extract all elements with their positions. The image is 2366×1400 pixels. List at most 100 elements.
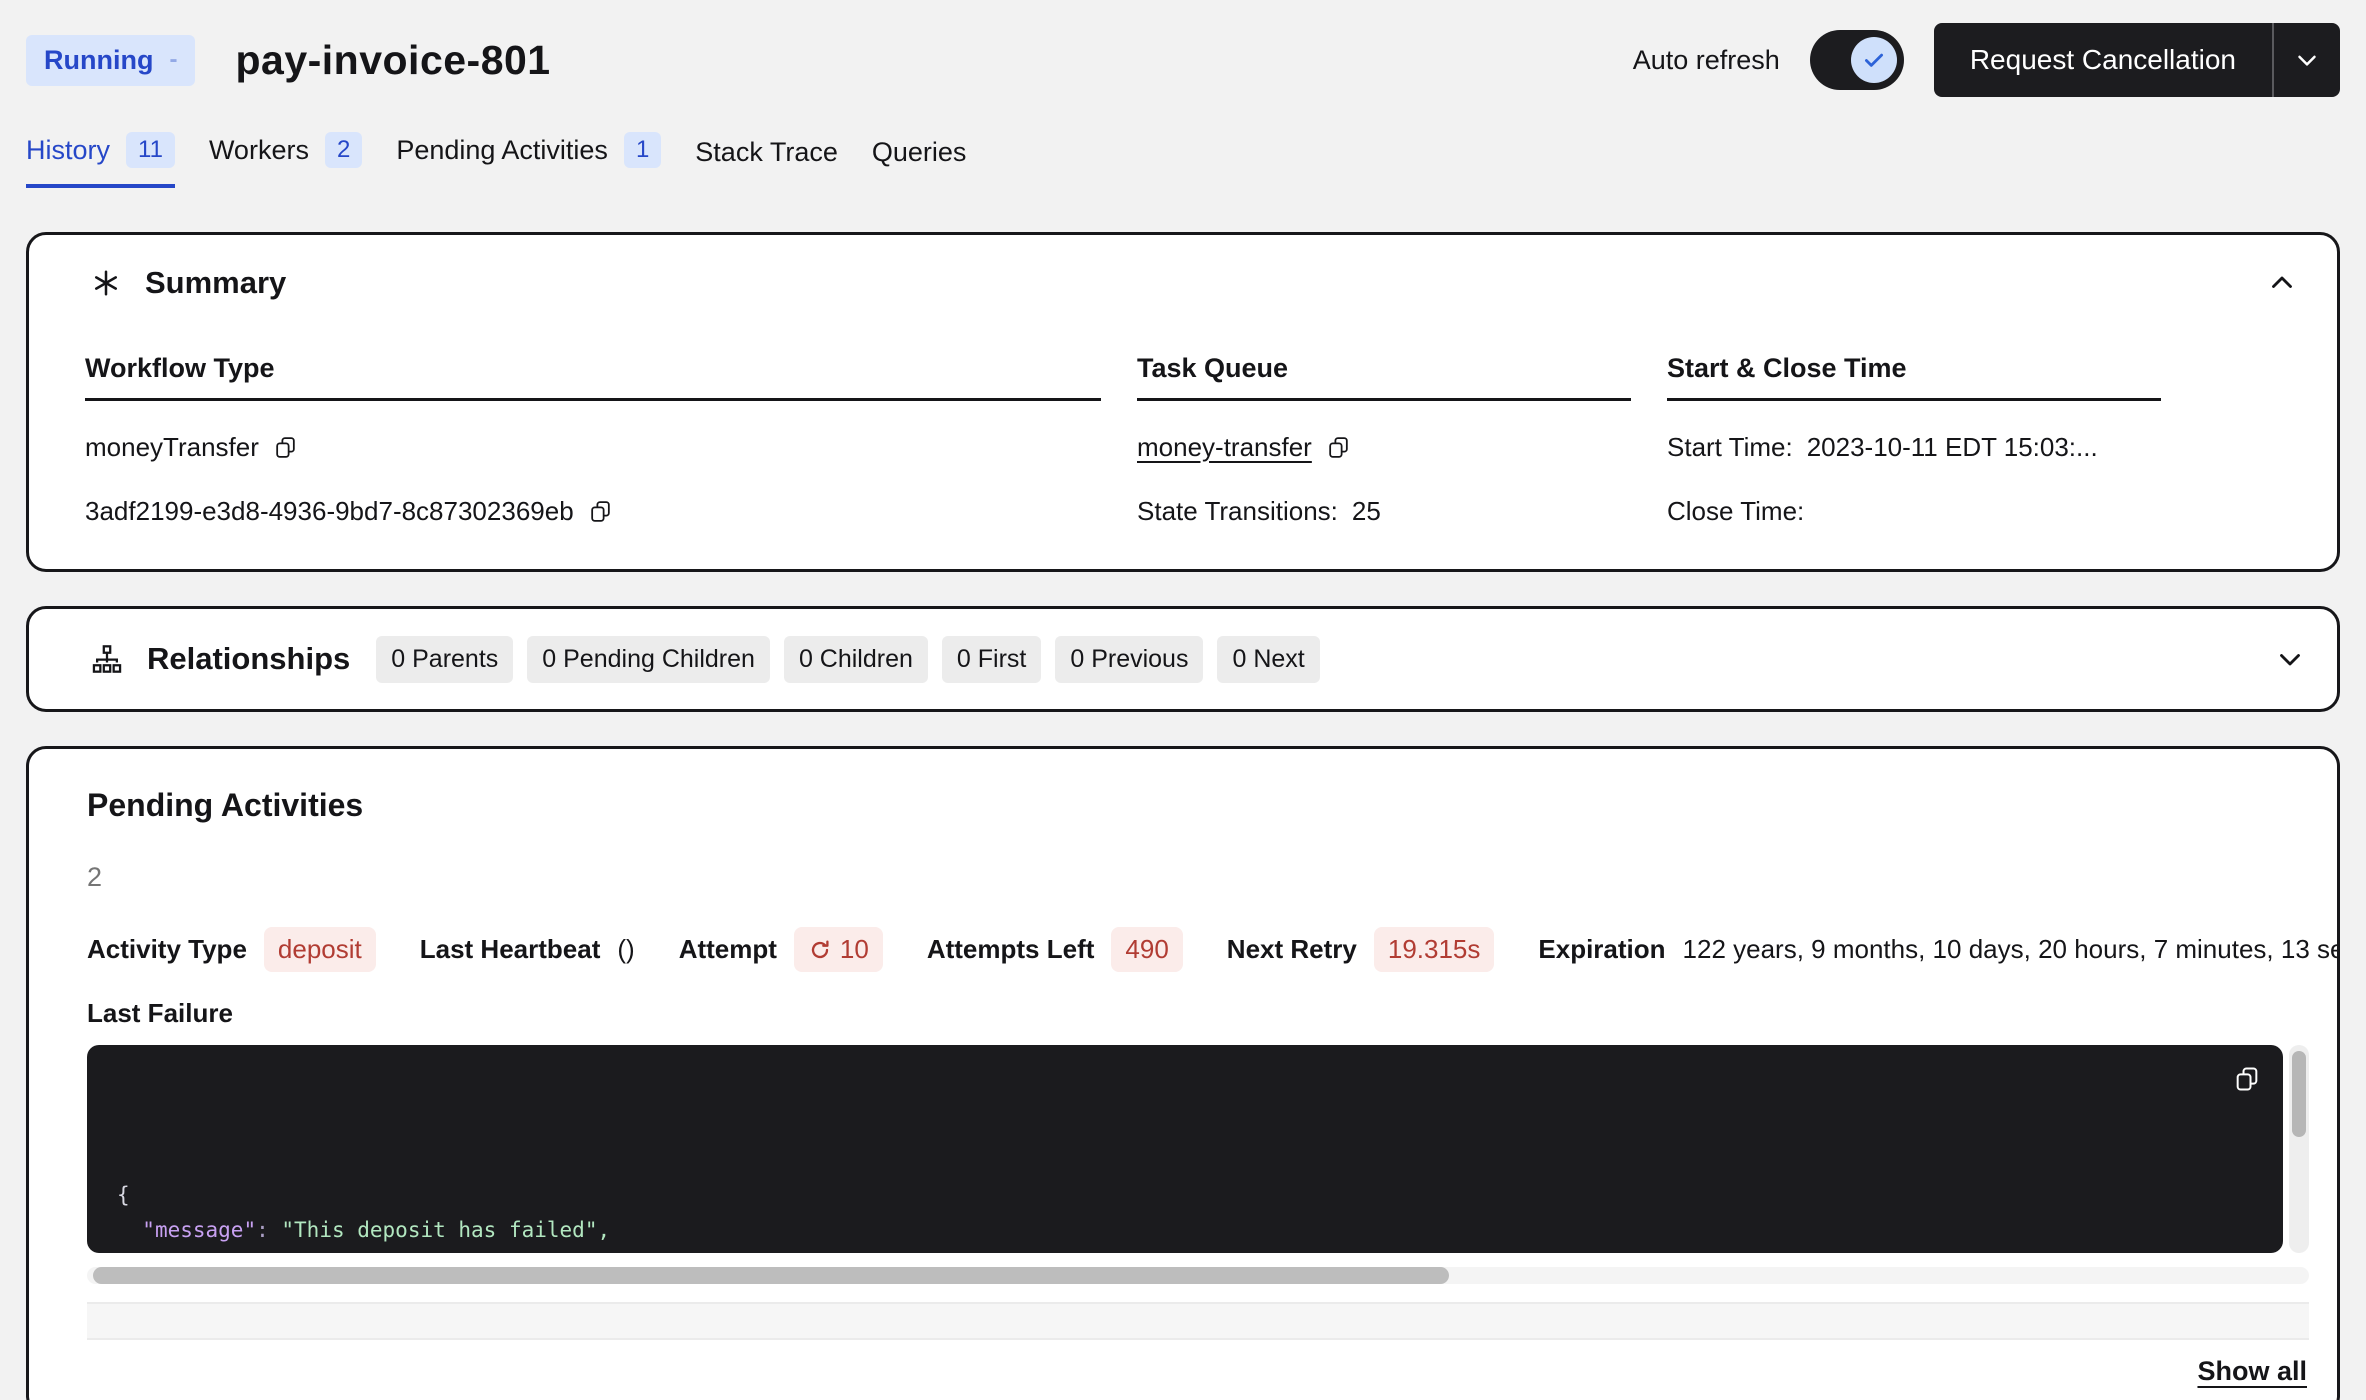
code-vertical-scrollbar-thumb[interactable]	[2292, 1051, 2306, 1137]
copy-workflow-type-button[interactable]	[273, 435, 298, 460]
status-badge: Running -	[26, 35, 195, 86]
attr-value-badge: 10	[794, 927, 883, 972]
summary-title: Summary	[145, 265, 286, 301]
attr-value-text: ()	[617, 934, 634, 965]
summary-asterisk-icon	[91, 268, 121, 298]
tab-label: History	[26, 135, 110, 166]
tab-pending-activities[interactable]: Pending Activities 1	[396, 126, 661, 188]
task-queue-column: Task Queue money-transfer State Transiti…	[1137, 353, 1631, 529]
tab-label: Stack Trace	[695, 137, 838, 168]
copy-icon	[588, 499, 613, 524]
pending-activities-title: Pending Activities	[87, 787, 2309, 824]
attr-value-text: 490	[1125, 934, 1168, 965]
tab-label: Workers	[209, 135, 309, 166]
tab-label: Pending Activities	[396, 135, 608, 166]
show-all-row: Show all	[57, 1356, 2309, 1387]
attr-last-heartbeat: Last Heartbeat ()	[420, 934, 635, 965]
tab-label: Queries	[872, 137, 967, 168]
attr-attempt: Attempt 10	[679, 927, 883, 972]
attr-value-text: deposit	[278, 934, 362, 965]
relationships-expand-button[interactable]	[2273, 642, 2307, 676]
last-failure-code-row: { "message": "This deposit has failed", …	[87, 1045, 2309, 1253]
relationships-card: Relationships 0 Parents 0 Pending Childre…	[26, 606, 2340, 712]
cancellation-menu-button[interactable]	[2274, 23, 2340, 97]
relationship-badge-0-first: 0 First	[942, 636, 1041, 683]
code-horizontal-scrollbar[interactable]	[87, 1267, 2309, 1284]
hierarchy-icon-glyph	[91, 643, 123, 675]
tab-workers[interactable]: Workers 2	[209, 126, 362, 188]
pending-activities-card: Pending Activities 2 Activity Type deposi…	[26, 746, 2340, 1400]
state-transitions-label: State Transitions:	[1137, 496, 1338, 527]
code-token: "message"	[142, 1218, 256, 1242]
task-queue-header: Task Queue	[1137, 353, 1631, 401]
summary-card: Summary Workflow Type moneyTransfer 3adf…	[26, 232, 2340, 572]
start-time-label: Start Time:	[1667, 432, 1793, 463]
pending-activity-attributes: Activity Type deposit Last Heartbeat () Atte…	[87, 927, 2309, 972]
last-failure-code-block: { "message": "This deposit has failed", …	[87, 1045, 2283, 1253]
request-cancellation-label: Request Cancellation	[1934, 23, 2272, 97]
auto-refresh-label: Auto refresh	[1633, 45, 1780, 76]
next-pending-activity-peek	[87, 1302, 2309, 1340]
run-id-value: 3adf2199-e3d8-4936-9bd7-8c87302369eb	[85, 496, 574, 527]
attr-expiration: Expiration122 years, 9 months, 10 days, …	[1538, 934, 2340, 965]
code-line: {	[117, 1178, 2253, 1213]
tab-history[interactable]: History11	[26, 126, 175, 188]
relationship-badges: 0 Parents 0 Pending Children 0 Children 0 F…	[376, 636, 1319, 683]
attr-value-badge: 19.315s	[1374, 927, 1495, 972]
tab-queries[interactable]: Queries	[872, 131, 967, 188]
attr-activity-type: Activity Type deposit	[87, 927, 376, 972]
summary-collapse-button[interactable]	[2265, 266, 2299, 300]
relationship-badge-0-previous: 0 Previous	[1055, 636, 1203, 683]
copy-run-id-button[interactable]	[588, 499, 613, 524]
attr-label: Activity Type	[87, 934, 247, 965]
code-line: "source": "TypeScriptSDK",	[117, 1248, 2253, 1253]
tab-stack-trace[interactable]: Stack Trace	[695, 131, 838, 188]
relationship-badge-0-pending-children: 0 Pending Children	[527, 636, 770, 683]
code-vertical-scrollbar[interactable]	[2289, 1045, 2309, 1253]
code-token: "This deposit has failed",	[281, 1218, 610, 1242]
state-transitions-value: 25	[1352, 496, 1381, 527]
page-title: pay-invoice-801	[235, 37, 550, 84]
copy-icon	[2233, 1065, 2261, 1093]
code-horizontal-scrollbar-thumb[interactable]	[93, 1267, 1449, 1284]
summary-columns: Workflow Type moneyTransfer 3adf2199-e3d…	[85, 353, 2307, 529]
attr-label: Next Retry	[1227, 934, 1357, 965]
code-token: {	[117, 1183, 130, 1207]
copy-failure-json-button[interactable]	[2229, 1061, 2265, 1097]
show-all-link[interactable]: Show all	[2197, 1356, 2307, 1387]
attr-value-text: 10	[840, 934, 869, 965]
copy-icon	[273, 435, 298, 460]
workflow-type-row: moneyTransfer	[85, 429, 1101, 465]
times-column: Start & Close Time Start Time: 2023-10-1…	[1667, 353, 2161, 529]
chevron-down-icon	[2292, 45, 2322, 75]
attr-attempts-left: Attempts Left490	[927, 927, 1183, 972]
tab-count-badge: 2	[325, 132, 362, 168]
attr-value-badge: 490	[1111, 927, 1182, 972]
workflow-type-column: Workflow Type moneyTransfer 3adf2199-e3d…	[85, 353, 1101, 529]
attr-next-retry: Next Retry 19.315s	[1227, 927, 1495, 972]
request-cancellation-button[interactable]: Request Cancellation	[1934, 23, 2340, 97]
tab-count-badge: 1	[624, 132, 661, 168]
relationship-badge-0-parents: 0 Parents	[376, 636, 513, 683]
state-transitions-row: State Transitions: 25	[1137, 493, 1631, 529]
start-time-value: 2023-10-11 EDT 15:03:...	[1807, 432, 2098, 463]
attr-label: Last Heartbeat	[420, 934, 601, 965]
tab-bar: History11 Workers 2 Pending Activities 1 Stac…	[26, 126, 2340, 188]
summary-header: Summary	[59, 265, 2307, 301]
attr-value-badge: deposit	[264, 927, 376, 972]
last-failure-label: Last Failure	[87, 998, 2309, 1029]
status-badge-label: Running	[44, 45, 153, 76]
pending-activities-count: 2	[87, 862, 2309, 893]
relationship-badge-0-children: 0 Children	[784, 636, 928, 683]
code-line: "message": "This deposit has failed",	[117, 1213, 2253, 1248]
relationships-title: Relationships	[147, 641, 350, 677]
close-time-label: Close Time:	[1667, 496, 1804, 527]
task-queue-link[interactable]: money-transfer	[1137, 432, 1312, 463]
attr-label: Attempt	[679, 934, 777, 965]
task-queue-row: money-transfer	[1137, 429, 1631, 465]
retry-icon	[808, 938, 832, 962]
header-actions: Auto refresh Request Cancellation	[1633, 23, 2340, 97]
copy-task-queue-button[interactable]	[1326, 435, 1351, 460]
copy-icon	[1326, 435, 1351, 460]
auto-refresh-toggle[interactable]	[1810, 30, 1904, 90]
